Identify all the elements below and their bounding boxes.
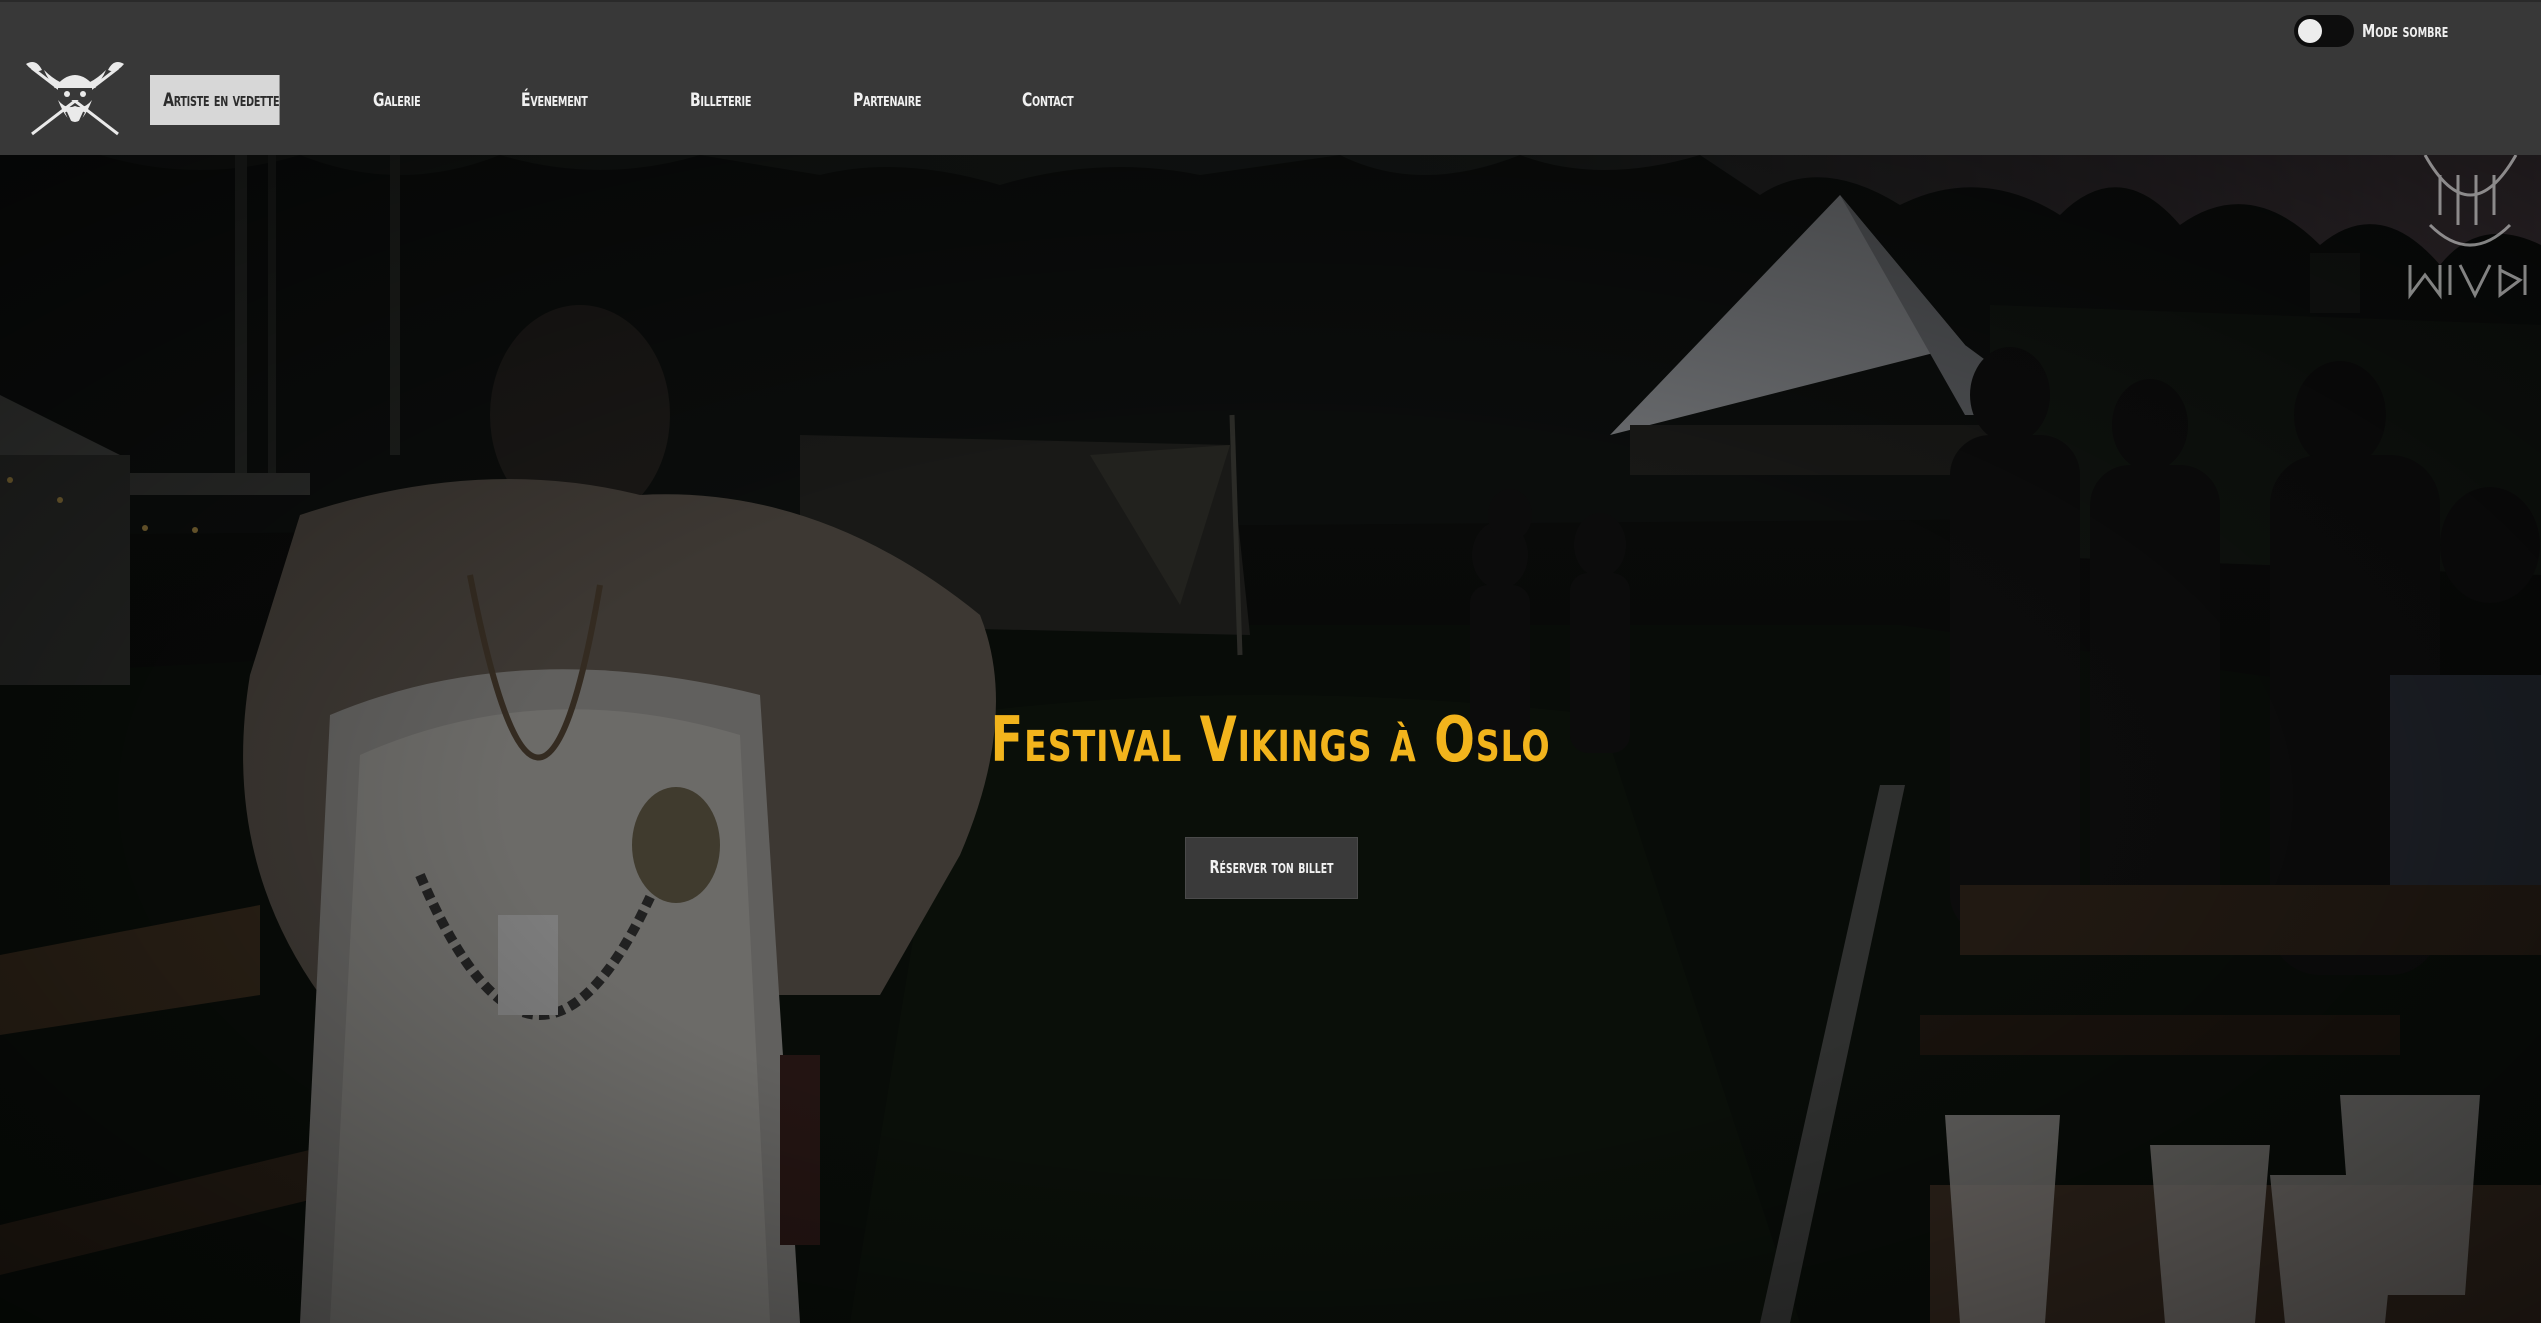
page: Artiste en vedette Galerie Évenement Bil… [0,0,2541,1323]
book-ticket-button[interactable]: Réserver ton billet [1185,837,1358,899]
book-ticket-label: Réserver ton billet [1209,857,1334,878]
dark-mode-switch[interactable] [2294,15,2354,47]
hero-title: Festival Vikings à Oslo [990,703,1551,776]
nav-artiste-en-vedette[interactable]: Artiste en vedette [150,75,280,125]
viking-helmet-watermark-icon [2408,155,2527,300]
hero-section: Festival Vikings à Oslo Réserver ton bil… [0,155,2541,1323]
nav-billeterie[interactable]: Billeterie [690,75,751,125]
site-header: Artiste en vedette Galerie Évenement Bil… [0,0,2541,155]
nav-partenaire[interactable]: Partenaire [853,75,921,125]
switch-knob [2298,19,2322,43]
main-nav: Artiste en vedette Galerie Évenement Bil… [150,75,1085,125]
dark-mode-label: Mode sombre [2362,20,2449,42]
viking-logo-icon[interactable] [22,60,128,140]
nav-evenement[interactable]: Évenement [521,75,588,125]
nav-contact[interactable]: Contact [1022,75,1074,125]
dark-mode-toggle[interactable]: Mode sombre [2294,11,2467,51]
nav-galerie[interactable]: Galerie [373,75,421,125]
